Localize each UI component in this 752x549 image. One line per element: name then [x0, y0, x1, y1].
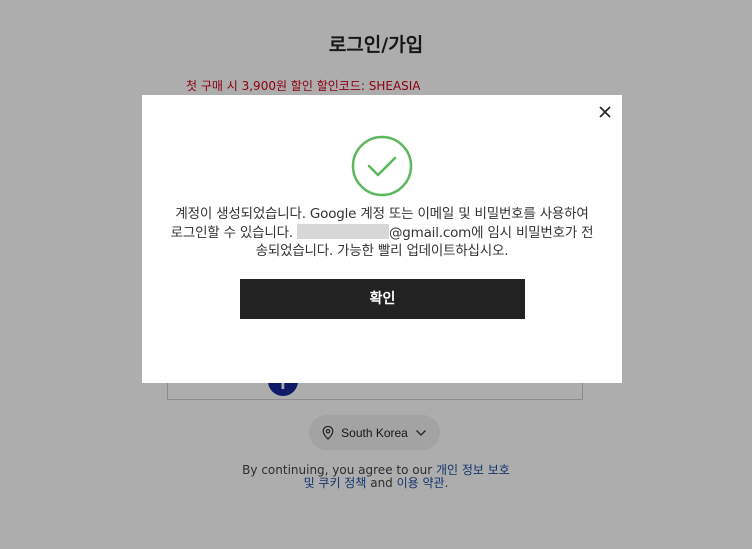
message-line-2-prefix: 로그인할 수 있습니다. [170, 224, 297, 241]
message-line-3: 송되었습니다. 가능한 빨리 업데이트하십시오. [255, 243, 509, 259]
close-icon [599, 106, 611, 118]
close-button[interactable] [596, 103, 614, 121]
redacted-email [296, 223, 389, 239]
dialog-message: 계정이 생성되었습니다. Google 계정 또는 이메일 및 비밀번호를 사용… [166, 205, 598, 261]
confirm-button[interactable]: 확인 [240, 279, 525, 319]
check-circle-icon [351, 135, 413, 197]
message-line-1: 계정이 생성되었습니다. Google 계정 또는 이메일 및 비밀번호를 사용… [175, 206, 589, 222]
account-created-dialog: 계정이 생성되었습니다. Google 계정 또는 이메일 및 비밀번호를 사용… [142, 95, 622, 383]
message-line-2-suffix: 에 임시 비밀번호가 전 [471, 224, 594, 241]
email-domain: @gmail.com [388, 224, 472, 241]
